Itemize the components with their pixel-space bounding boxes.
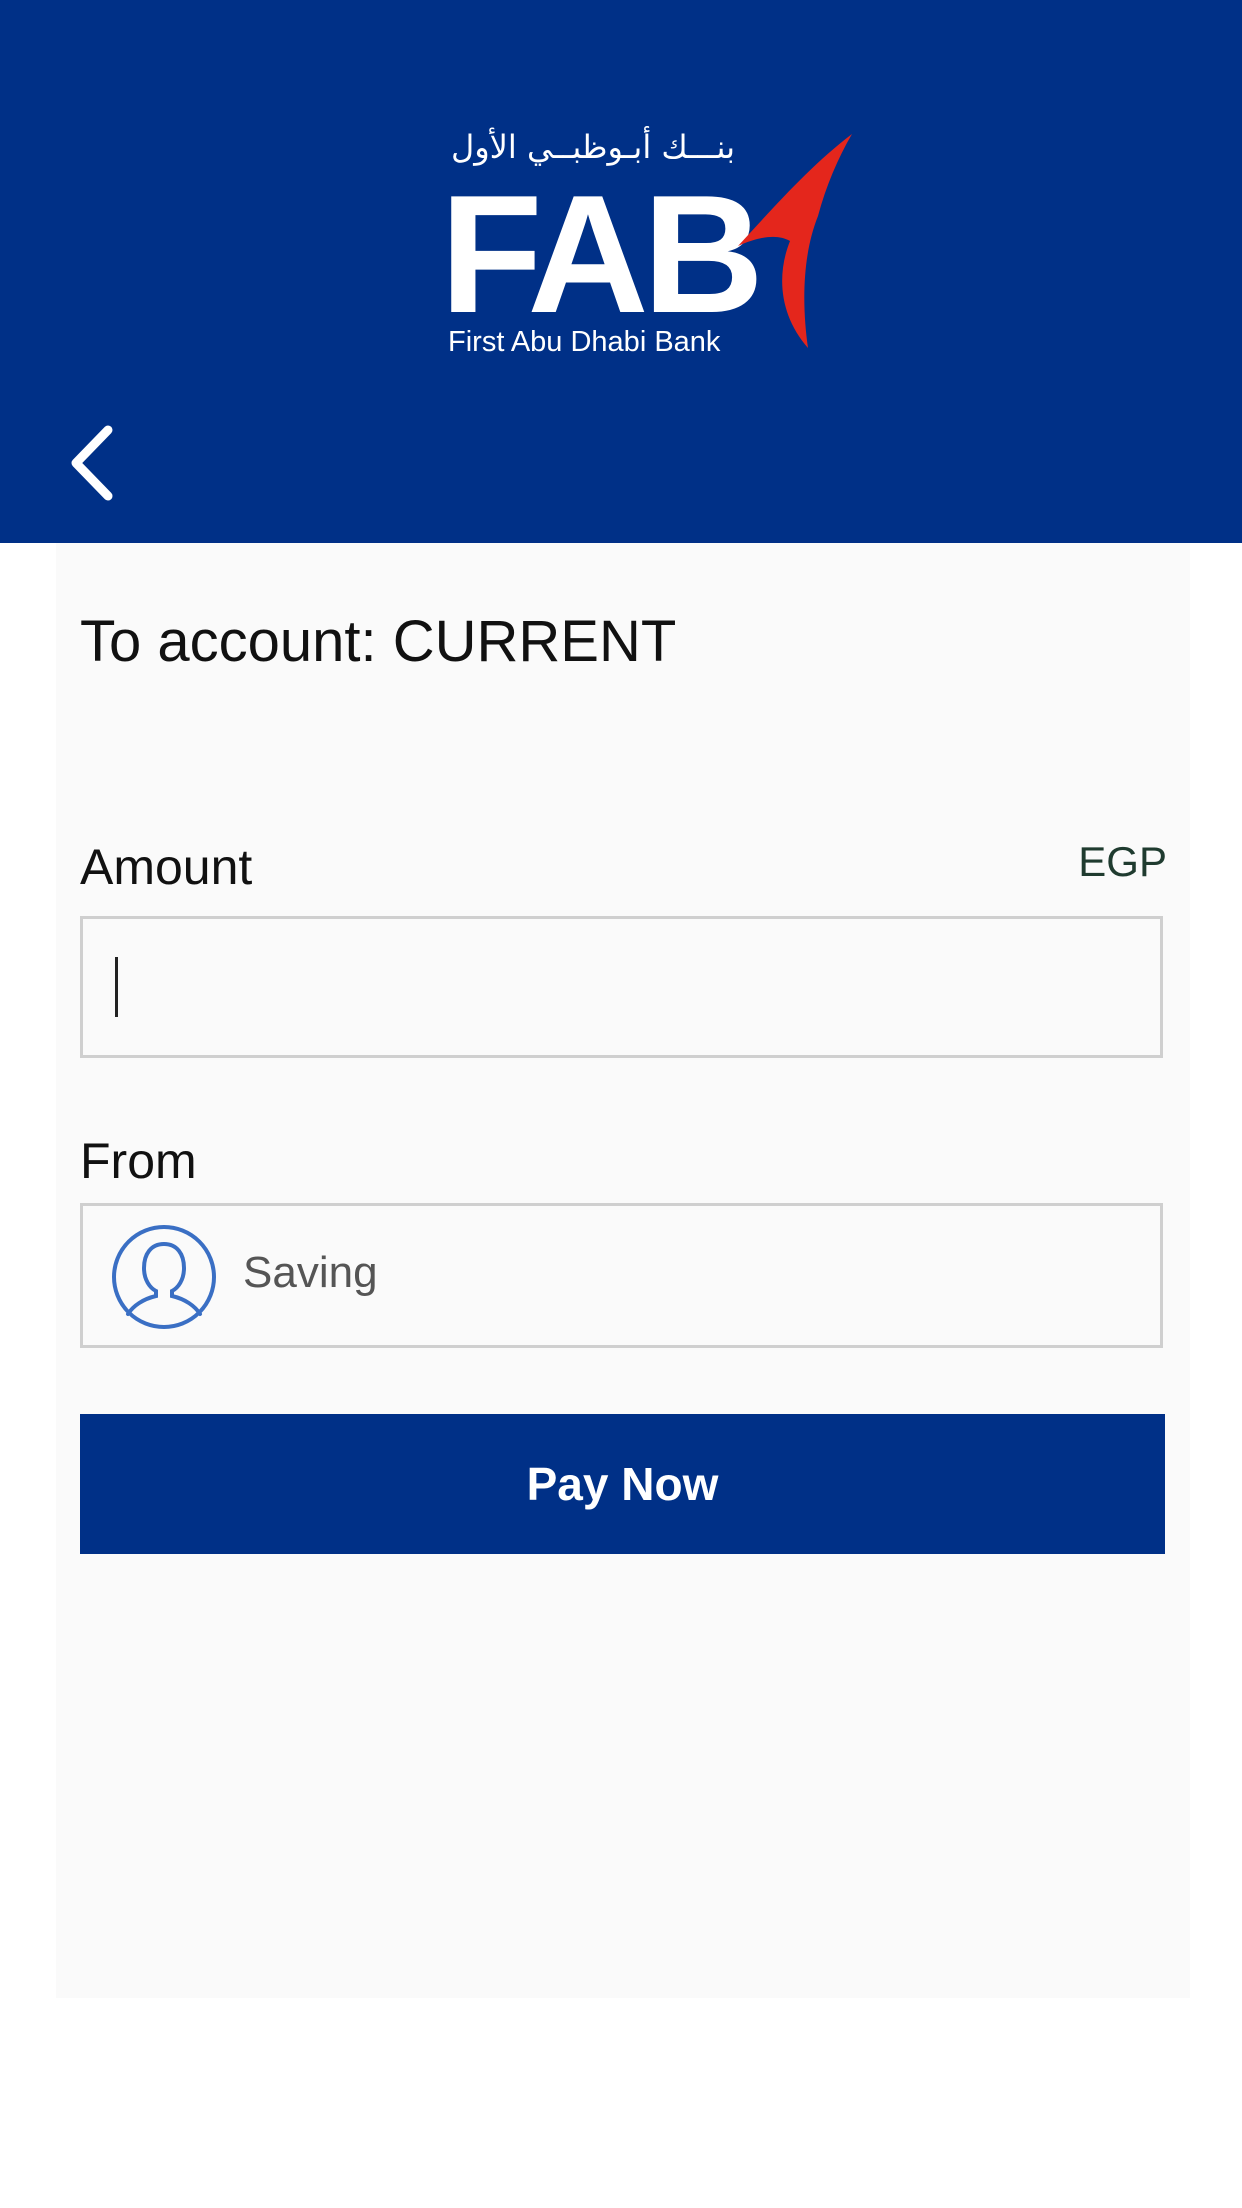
- to-account-title: To account: CURRENT: [80, 609, 677, 674]
- currency-label: EGP: [1078, 838, 1167, 885]
- from-account-select[interactable]: Saving: [80, 1203, 1163, 1348]
- back-button[interactable]: [60, 418, 130, 508]
- amount-input[interactable]: [80, 916, 1163, 1058]
- user-avatar-icon: [112, 1225, 216, 1329]
- fab-logo: بنـــك أبـوظبــي الأول FAB First Abu Dha…: [440, 118, 860, 368]
- text-caret: [115, 957, 118, 1017]
- from-label: From: [80, 1133, 197, 1189]
- logo-wordmark: FAB: [440, 160, 764, 348]
- app-header: بنـــك أبـوظبــي الأول FAB First Abu Dha…: [0, 0, 1242, 543]
- logo-subtitle: First Abu Dhabi Bank: [448, 326, 721, 358]
- pay-now-button[interactable]: Pay Now: [80, 1414, 1165, 1554]
- logo-swoosh-icon: [738, 134, 852, 348]
- chevron-left-icon: [71, 425, 113, 501]
- from-account-value: Saving: [243, 1248, 378, 1297]
- amount-label: Amount: [80, 839, 253, 895]
